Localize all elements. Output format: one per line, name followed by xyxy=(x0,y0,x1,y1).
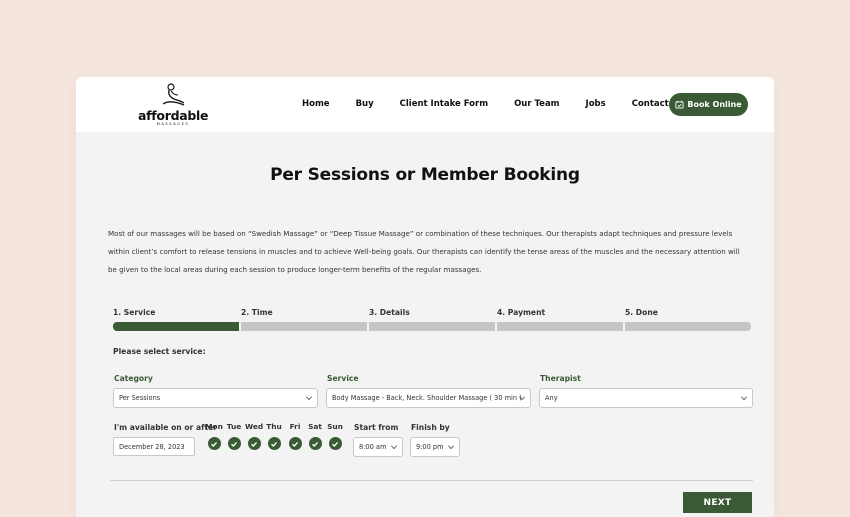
site-header: affordable MASSAGES Home Buy Client Inta… xyxy=(76,77,774,132)
step-label: 2. Time xyxy=(241,308,273,317)
step-progress-bar xyxy=(369,322,495,331)
day-label: Tue xyxy=(226,422,242,431)
check-icon xyxy=(267,437,281,450)
form-divider xyxy=(110,480,753,481)
step-label: 3. Details xyxy=(369,308,410,317)
nav-home[interactable]: Home xyxy=(302,99,330,109)
step-progress-bar xyxy=(497,322,623,331)
day-label: Thu xyxy=(266,422,282,431)
book-online-button[interactable]: Book Online xyxy=(669,93,748,116)
service-prompt: Please select service: xyxy=(113,347,206,356)
step-payment: 4. Payment xyxy=(497,308,623,331)
chevron-down-icon xyxy=(448,443,454,449)
category-select[interactable]: Per Sessions xyxy=(113,388,318,408)
start-time-value: 8:00 am xyxy=(359,443,387,451)
available-date-input[interactable]: December 28, 2023 xyxy=(113,437,195,456)
step-details: 3. Details xyxy=(369,308,495,331)
next-button[interactable]: NEXT xyxy=(683,492,752,513)
chevron-down-icon xyxy=(391,443,397,449)
step-time: 2. Time xyxy=(241,308,367,331)
chevron-down-icon xyxy=(306,394,312,400)
day-thu[interactable]: Thu xyxy=(265,422,283,450)
step-progress-bar xyxy=(625,322,751,331)
check-icon xyxy=(227,437,241,450)
category-label: Category xyxy=(114,374,153,383)
available-date-value: December 28, 2023 xyxy=(119,442,185,451)
category-value: Per Sessions xyxy=(119,394,161,402)
day-sat[interactable]: Sat xyxy=(306,422,324,450)
page-description: Most of our massages will be based on “S… xyxy=(108,229,740,274)
step-done: 5. Done xyxy=(625,308,751,331)
day-fri[interactable]: Fri xyxy=(286,422,304,450)
service-select[interactable]: Body Massage - Back, Neck. Shoulder Mass… xyxy=(326,388,531,408)
book-online-label: Book Online xyxy=(687,100,742,109)
day-mon[interactable]: Mon xyxy=(205,422,223,450)
check-icon xyxy=(207,437,221,450)
logo-subtext: MASSAGES xyxy=(156,122,190,126)
day-label: Mon xyxy=(205,422,223,431)
nav-our-team[interactable]: Our Team xyxy=(514,99,559,109)
logo[interactable]: affordable MASSAGES xyxy=(138,82,208,128)
step-label: 1. Service xyxy=(113,308,156,317)
therapist-select[interactable]: Any xyxy=(539,388,753,408)
service-label: Service xyxy=(327,374,359,383)
calendar-check-icon xyxy=(675,100,684,109)
nav-buy[interactable]: Buy xyxy=(356,99,374,109)
day-label: Wed xyxy=(245,422,264,431)
finish-time-value: 9:00 pm xyxy=(416,443,444,451)
day-wed[interactable]: Wed xyxy=(245,422,263,450)
main-nav: Home Buy Client Intake Form Our Team Job… xyxy=(302,99,710,109)
day-tue[interactable]: Tue xyxy=(225,422,243,450)
nav-jobs[interactable]: Jobs xyxy=(586,99,606,109)
check-icon xyxy=(247,437,261,450)
day-label: Fri xyxy=(289,422,301,431)
day-label: Sun xyxy=(327,422,343,431)
page-title: Per Sessions or Member Booking xyxy=(270,165,580,185)
start-from-label: Start from xyxy=(354,423,399,432)
available-label: I'm available on or after xyxy=(114,423,217,432)
check-icon xyxy=(308,437,322,450)
massage-figure-icon xyxy=(162,83,185,106)
step-label: 4. Payment xyxy=(497,308,546,317)
check-icon xyxy=(328,437,342,450)
booking-card: affordable MASSAGES Home Buy Client Inta… xyxy=(76,77,774,517)
logo-wordmark: affordable xyxy=(138,108,209,123)
day-sun[interactable]: Sun xyxy=(326,422,344,450)
nav-client-intake-form[interactable]: Client Intake Form xyxy=(400,99,488,109)
finish-time-select[interactable]: 9:00 pm xyxy=(410,437,460,457)
service-value: Body Massage - Back, Neck. Shoulder Mass… xyxy=(332,394,522,402)
finish-by-label: Finish by xyxy=(411,423,450,432)
start-time-select[interactable]: 8:00 am xyxy=(353,437,403,457)
step-progress-bar xyxy=(113,322,239,331)
step-progress-bar xyxy=(241,322,367,331)
step-label: 5. Done xyxy=(625,308,658,317)
step-service: 1. Service xyxy=(113,308,239,331)
day-label: Sat xyxy=(308,422,322,431)
check-icon xyxy=(288,437,302,450)
therapist-label: Therapist xyxy=(540,374,581,383)
therapist-value: Any xyxy=(545,394,558,402)
chevron-down-icon xyxy=(741,394,747,400)
